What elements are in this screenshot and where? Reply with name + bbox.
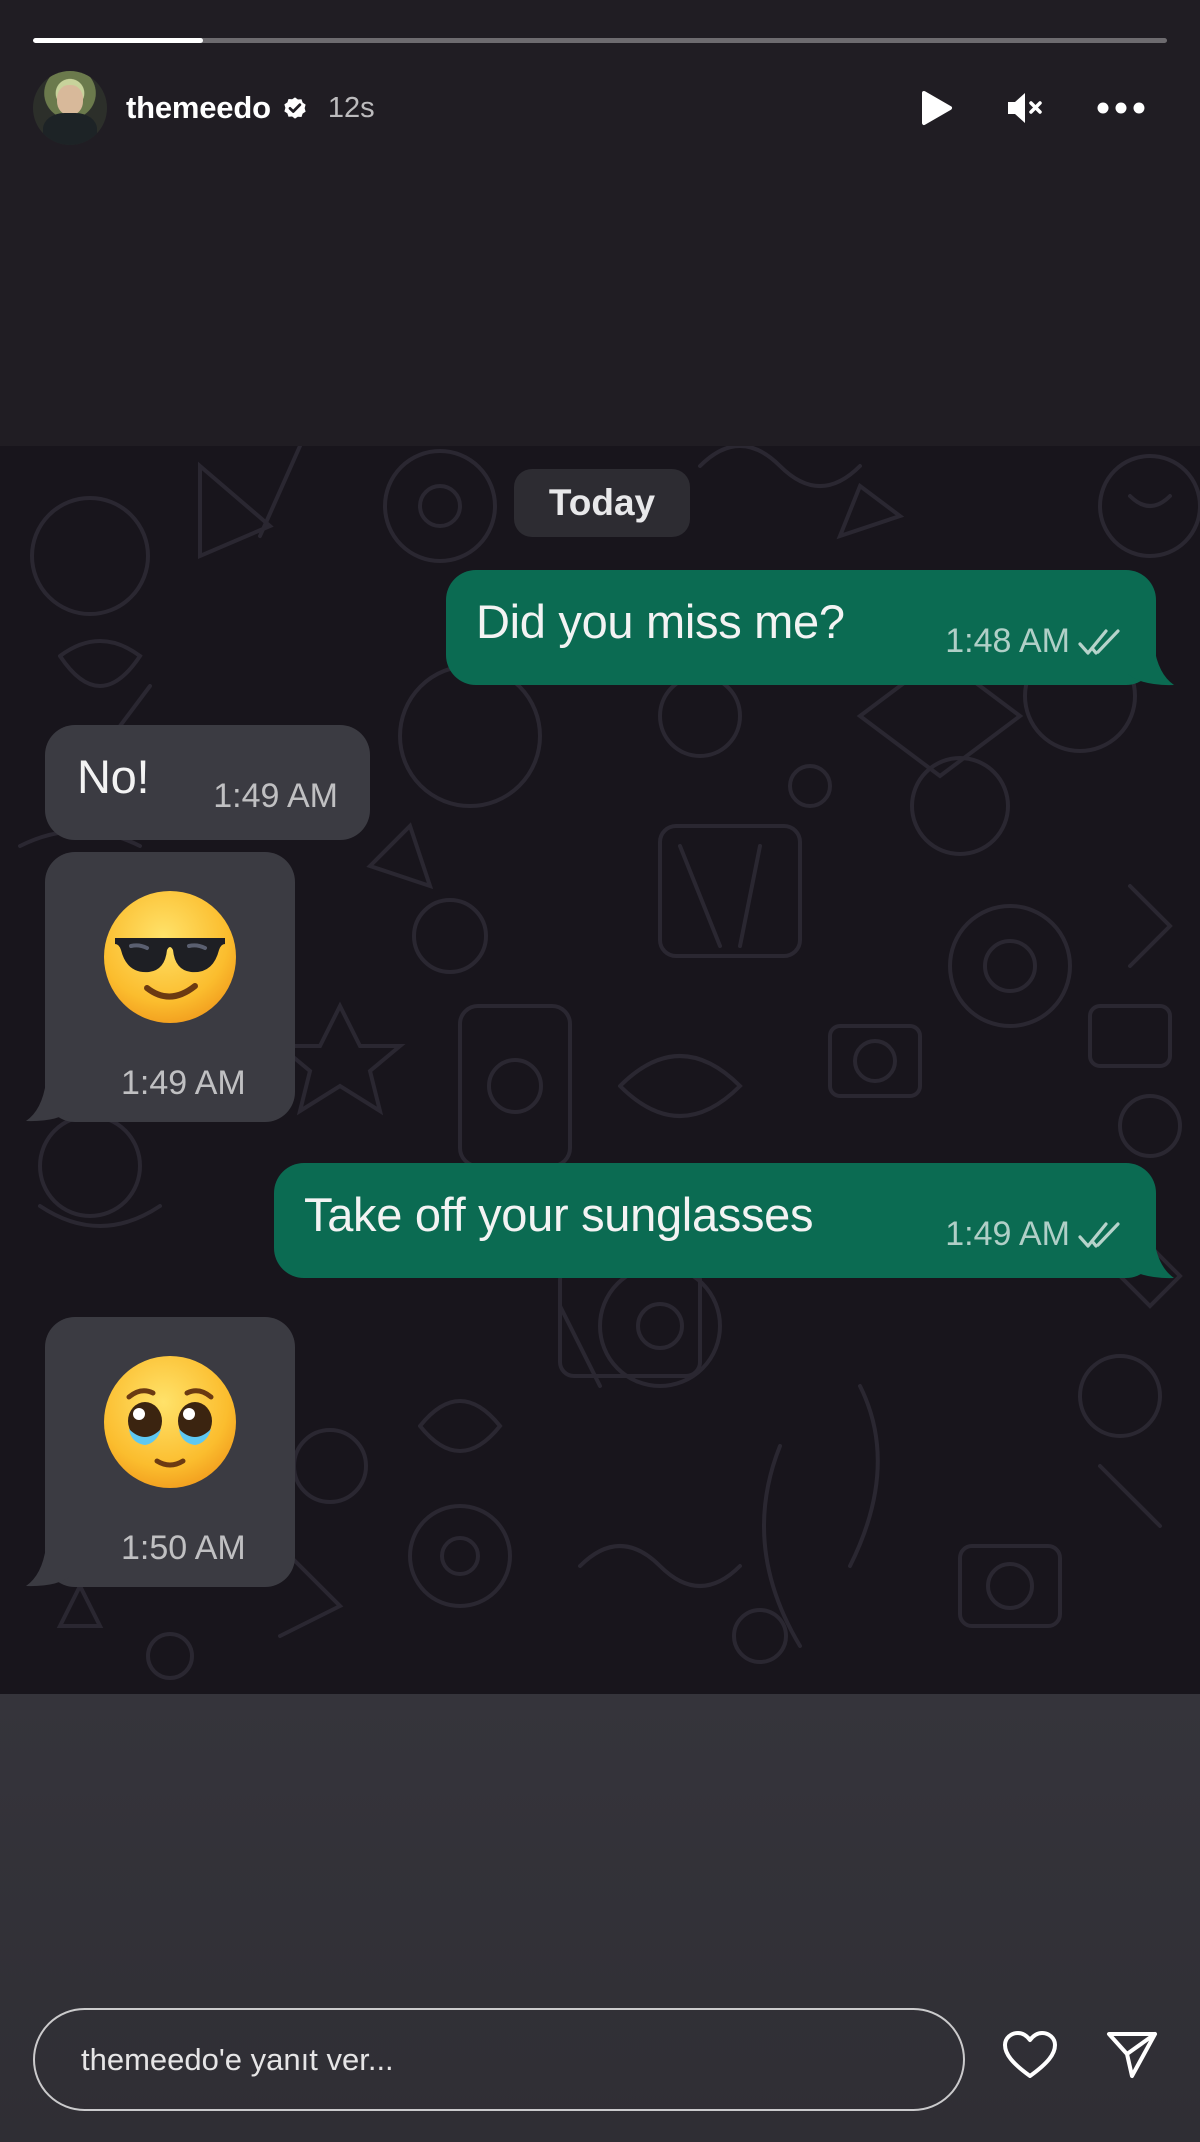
message-time: 1:48 AM	[945, 622, 1070, 660]
message-text: Did you miss me?	[476, 595, 845, 648]
message-meta: 1:49 AM	[945, 1215, 1126, 1254]
incoming-bubble-tail	[26, 1082, 72, 1122]
verified-badge-icon	[280, 93, 310, 123]
message-time: 1:50 AM	[121, 1529, 246, 1567]
date-separator: Today	[514, 469, 690, 537]
username[interactable]: themeedo	[126, 90, 271, 126]
double-check-icon	[1078, 1221, 1126, 1249]
incoming-emoji-bubble[interactable]: 1:50 AM	[45, 1317, 295, 1587]
message-meta: 1:50 AM	[121, 1529, 246, 1568]
sunglasses-emoji-icon	[104, 891, 236, 1023]
play-icon[interactable]	[919, 90, 953, 126]
message-time: 1:49 AM	[945, 1215, 1070, 1253]
story-timestamp: 12s	[327, 91, 375, 124]
incoming-message-bubble[interactable]: No! 1:49 AM	[45, 725, 370, 840]
message-time: 1:49 AM	[213, 777, 338, 815]
message-meta: 1:49 AM	[121, 1064, 246, 1103]
double-check-icon	[1078, 628, 1126, 656]
outgoing-bubble-tail	[1128, 646, 1174, 686]
heart-icon[interactable]	[1002, 2030, 1058, 2080]
message-meta: 1:49 AM	[213, 777, 338, 816]
story-progress-bar	[33, 38, 1167, 43]
message-time: 1:49 AM	[121, 1064, 246, 1102]
incoming-emoji-bubble[interactable]: 1:49 AM	[45, 852, 295, 1122]
message-text: No!	[77, 750, 150, 803]
more-options-icon[interactable]	[1097, 102, 1145, 114]
reply-placeholder: themeedo'e yanıt ver...	[81, 2041, 394, 2077]
outgoing-bubble-tail	[1128, 1239, 1174, 1279]
chat-screenshot: Today Did you miss me? 1:48 AM No! 1:49 …	[0, 446, 1200, 1694]
holding-back-tears-emoji-icon	[104, 1356, 236, 1488]
story-viewer: themeedo 12s Today Did you miss me? 1:48…	[0, 0, 1200, 2142]
outgoing-message-bubble[interactable]: Did you miss me? 1:48 AM	[446, 570, 1156, 685]
message-text: Take off your sunglasses	[304, 1188, 814, 1241]
avatar[interactable]	[33, 71, 107, 145]
story-progress-fill	[33, 38, 204, 43]
story-header: themeedo 12s	[33, 70, 1167, 146]
send-icon[interactable]	[1106, 2030, 1158, 2080]
incoming-bubble-tail	[26, 1547, 72, 1587]
speaker-muted-icon[interactable]	[1005, 90, 1045, 126]
story-reply-input[interactable]: themeedo'e yanıt ver...	[33, 2008, 965, 2111]
outgoing-message-bubble[interactable]: Take off your sunglasses 1:49 AM	[274, 1163, 1156, 1278]
message-meta: 1:48 AM	[945, 622, 1126, 661]
